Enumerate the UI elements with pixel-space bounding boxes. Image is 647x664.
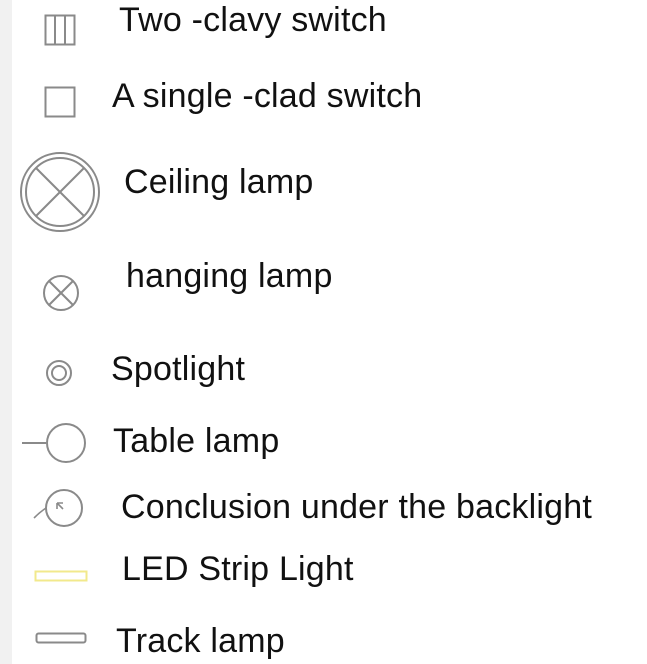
backlight-icon [33, 489, 83, 527]
legend-item: LED Strip Light [0, 548, 647, 598]
legend-label: Ceiling lamp [124, 163, 314, 201]
legend-item: A single -clad switch [0, 70, 647, 130]
legend-label: LED Strip Light [122, 550, 354, 588]
double-switch-icon [44, 14, 76, 46]
legend-label: Table lamp [113, 422, 280, 460]
legend-item: Table lamp [0, 415, 647, 470]
legend-item: Ceiling lamp [0, 150, 647, 240]
legend-item: hanging lamp [0, 255, 647, 315]
track-lamp-icon [35, 632, 87, 644]
legend-item: Track lamp [0, 612, 647, 664]
legend-label: Two -clavy switch [119, 1, 387, 39]
legend-item: Spotlight [0, 345, 647, 400]
hanging-lamp-icon [43, 275, 79, 311]
ceiling-lamp-icon [20, 152, 100, 232]
legend-item: Conclusion under the backlight [0, 482, 647, 537]
led-strip-icon [34, 570, 88, 582]
single-switch-icon [44, 86, 76, 118]
legend-label: A single -clad switch [112, 77, 423, 115]
table-lamp-icon [22, 423, 86, 463]
legend-label: Conclusion under the backlight [121, 488, 592, 526]
legend-label: hanging lamp [126, 257, 333, 295]
symbol-legend: Two -clavy switch A single -clad switch … [0, 0, 647, 664]
legend-item: Two -clavy switch [0, 0, 647, 60]
spotlight-icon [46, 360, 72, 386]
legend-label: Spotlight [111, 350, 246, 388]
legend-label: Track lamp [116, 622, 285, 660]
